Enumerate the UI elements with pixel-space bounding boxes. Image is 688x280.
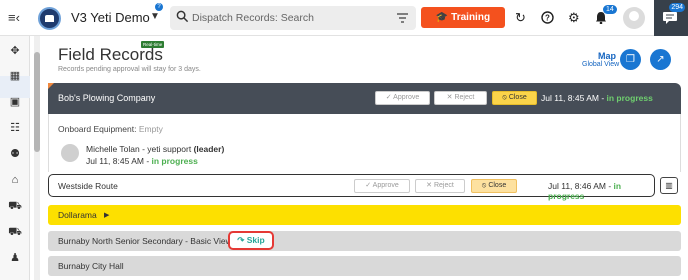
move-icon[interactable]: ✥	[8, 45, 22, 57]
training-button[interactable]: 🎓 Training	[421, 7, 505, 28]
caret-right-icon[interactable]: ▶	[104, 211, 109, 219]
check-icon: ✓	[365, 182, 372, 189]
open-external-button[interactable]: ↗	[650, 49, 671, 70]
refresh-icon[interactable]: ↻	[515, 10, 526, 26]
page-title: Field Records	[58, 45, 163, 64]
route-reject-button[interactable]: ✕ Reject	[415, 179, 465, 193]
route-close-button[interactable]: ⦸ Close	[471, 179, 517, 193]
notification-badge: 14	[603, 5, 617, 14]
search-icon	[176, 10, 189, 23]
chat-button[interactable]: 294	[654, 0, 688, 36]
skip-icon: ↷	[237, 235, 245, 245]
page-subtitle: Records pending approval will stay for 3…	[58, 66, 201, 73]
status-text: in progress	[606, 93, 653, 103]
person-name: Michelle Tolan - yeti support (leader)	[86, 144, 225, 154]
left-sidebar: ✥ ▦ ▣ ☷ ⚉ ⌂ ⛟ ⛟ ♟	[0, 36, 30, 280]
stop-name: Dollarama	[58, 210, 97, 220]
route-map-button[interactable]: ▥	[660, 177, 678, 194]
app-logo-icon	[38, 7, 61, 30]
search-input[interactable]	[192, 6, 392, 30]
graduation-cap-icon: 🎓	[435, 12, 449, 23]
collapse-sidebar-icon[interactable]: ≡‹	[8, 10, 20, 25]
scrollbar[interactable]	[34, 36, 40, 280]
stop-name: Burnaby City Hall	[58, 261, 124, 271]
avatar	[61, 144, 79, 162]
skip-button[interactable]: ↷ Skip	[228, 231, 274, 250]
global-view-link[interactable]: Global View	[582, 61, 619, 68]
route-icon[interactable]: ☷	[8, 122, 22, 134]
map-icon: ▥	[665, 181, 673, 190]
timer-off-icon: ⦸	[502, 94, 507, 101]
scrollbar-thumb[interactable]	[34, 52, 40, 152]
person-pin-icon[interactable]: ⚉	[8, 148, 22, 160]
truck-icon[interactable]: ⛟	[8, 200, 22, 212]
dashboard-icon[interactable]: ▦	[8, 70, 22, 82]
svg-text:?: ?	[545, 14, 550, 23]
calendar-icon[interactable]: ▣	[8, 96, 22, 108]
app-name[interactable]: V3 Yeti Demo	[71, 10, 150, 25]
copy-button[interactable]: ❐	[620, 49, 641, 70]
route-row[interactable]: Westside Route ✓ Approve ✕ Reject ⦸ Clos…	[48, 174, 655, 201]
chat-icon	[663, 12, 677, 24]
person-status-line: Jul 11, 8:45 AM - in progress	[86, 156, 198, 166]
search-bar	[170, 6, 416, 30]
stop-row[interactable]: Burnaby City Hall	[48, 256, 681, 276]
company-header[interactable]: Bob's Plowing Company ✓ Approve ✕ Reject…	[48, 83, 681, 114]
realtime-badge: Real-time	[141, 41, 165, 48]
route-status-line: Jul 11, 8:46 AM - in progress	[548, 181, 622, 201]
user-avatar[interactable]	[623, 7, 645, 29]
approve-button[interactable]: ✓ Approve	[375, 91, 430, 105]
close-button[interactable]: ⦸ Close	[492, 91, 537, 105]
worker-icon[interactable]: ♟	[8, 252, 22, 264]
stop-row[interactable]: Burnaby North Senior Secondary - Basic V…	[48, 231, 681, 251]
help-icon[interactable]: ?	[541, 11, 554, 24]
close-icon: ✕	[446, 94, 453, 101]
gear-icon[interactable]: ⚙	[568, 10, 580, 26]
copy-icon: ❐	[626, 54, 635, 65]
route-approve-button[interactable]: ✓ Approve	[354, 179, 410, 193]
reject-button[interactable]: ✕ Reject	[434, 91, 487, 105]
top-bar: ≡‹ V3 Yeti Demo ? ▼ 🎓 Training ↻ ? ⚙ 14	[0, 0, 688, 36]
filter-icon[interactable]	[397, 13, 408, 23]
stop-name: Burnaby North Senior Secondary - Basic V…	[58, 236, 232, 246]
onboard-equipment: Onboard Equipment: Empty	[58, 124, 163, 134]
company-name: Bob's Plowing Company	[58, 93, 156, 103]
training-label: Training	[451, 12, 491, 23]
help-badge-icon: ?	[155, 3, 163, 11]
map-link[interactable]: Map	[598, 51, 616, 61]
check-icon: ✓	[385, 94, 392, 101]
timer-off-icon: ⦸	[481, 182, 487, 189]
close-icon: ✕	[426, 182, 433, 189]
external-link-icon: ↗	[656, 54, 665, 65]
chat-badge: 294	[669, 3, 685, 12]
company-status-line: Jul 11, 8:45 AM - in progress	[541, 93, 653, 103]
equipment-section: Onboard Equipment: Empty Michelle Tolan …	[48, 114, 681, 172]
snowplow-icon[interactable]: ⛟	[8, 226, 22, 238]
stop-row[interactable]: Dollarama ▶	[48, 205, 681, 225]
chevron-down-icon[interactable]: ▼	[150, 11, 160, 22]
route-name: Westside Route	[58, 181, 118, 191]
warehouse-icon[interactable]: ⌂	[8, 174, 22, 186]
